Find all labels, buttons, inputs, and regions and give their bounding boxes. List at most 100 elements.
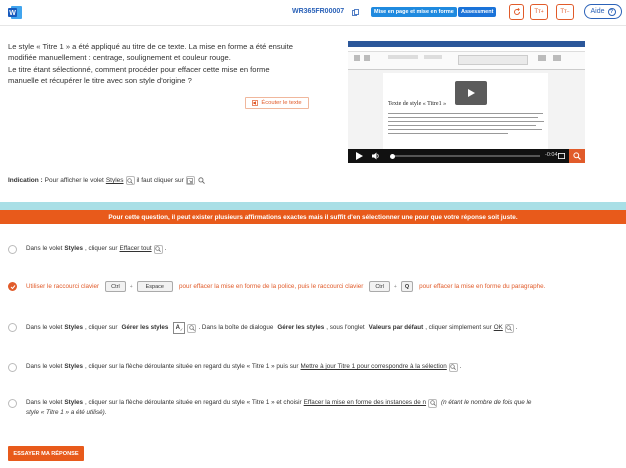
option-text: Dans le volet xyxy=(26,245,63,252)
play-icon xyxy=(468,89,475,97)
document-title: Texte de style « Titre1 » xyxy=(388,101,447,107)
option-text: Styles xyxy=(64,399,83,406)
option-note: (n étant le nombre de fois que le xyxy=(441,399,532,406)
text-line xyxy=(388,117,538,119)
option-text: , sous l'onglet xyxy=(326,324,365,331)
assessment-tag: Assessment xyxy=(458,7,497,17)
answer-option[interactable]: Dans le volet Styles , cliquer sur la fl… xyxy=(8,398,618,418)
option-link[interactable]: OK xyxy=(494,323,503,333)
minus-icon: − xyxy=(566,9,570,15)
ribbon-icon xyxy=(538,55,546,61)
option-text: Gérer les styles xyxy=(121,324,169,331)
question-line: manuelle et récupérer le titre avec son … xyxy=(8,76,192,86)
progress-handle[interactable] xyxy=(390,153,395,159)
option-link[interactable]: Mettre à jour Titre 1 pour correspondre … xyxy=(300,362,446,372)
question-line: Le titre étant sélectionné, comment proc… xyxy=(8,64,270,74)
video-controls: -0:04 xyxy=(348,149,585,163)
ribbon-icon xyxy=(388,55,418,59)
ribbon-icon xyxy=(354,55,360,61)
help-icon: ? xyxy=(607,7,616,16)
font-decrease-button[interactable]: Tт − xyxy=(556,4,574,20)
zoom-icon[interactable] xyxy=(125,176,135,185)
zoom-icon[interactable] xyxy=(504,323,514,333)
category-tag: Mise en page et mise en forme xyxy=(371,7,457,17)
submit-answer-button[interactable]: ESSAYER MA RÉPONSE xyxy=(8,446,84,461)
key-q: Q xyxy=(400,281,414,292)
question-id: WR365FR00007 xyxy=(292,8,345,15)
reset-icon xyxy=(513,8,520,15)
option-note: style « Titre 1 » a été utilisé). xyxy=(26,409,107,416)
option-text: Styles xyxy=(64,324,83,331)
ribbon-icon xyxy=(364,55,370,61)
zoom-icon[interactable] xyxy=(428,398,438,408)
fullscreen-icon[interactable] xyxy=(558,153,565,159)
option-text: , cliquer sur xyxy=(84,324,118,331)
top-bar: W WR365FR00007 Mise en page et mise en f… xyxy=(0,0,626,26)
radio-button[interactable] xyxy=(8,363,17,372)
zoom-icon[interactable] xyxy=(153,244,163,254)
zoom-icon[interactable] xyxy=(196,176,206,185)
reset-button[interactable] xyxy=(509,4,524,20)
key-espace: Espace xyxy=(136,281,173,292)
key-ctrl: Ctrl xyxy=(105,281,126,292)
option-text: Dans le volet xyxy=(26,324,63,331)
play-icon[interactable] xyxy=(356,152,363,160)
option-text: . Dans la boîte de dialogue xyxy=(198,324,274,331)
answer-option[interactable]: Dans le volet Styles , cliquer sur Effac… xyxy=(8,244,166,254)
option-text: , cliquer sur la flèche déroulante situé… xyxy=(84,399,302,406)
instruction-banner: Pour cette question, il peut exister plu… xyxy=(0,210,626,224)
listen-label: Écouter le texte xyxy=(261,100,302,106)
dialog-launcher-icon xyxy=(185,176,195,185)
indication-label: Indication : xyxy=(8,177,43,184)
answer-option[interactable]: Dans le volet Styles , cliquer sur la fl… xyxy=(8,362,462,372)
help-label: Aide xyxy=(590,8,605,15)
ribbon-icon xyxy=(553,55,561,61)
word-logo-icon: W xyxy=(8,6,22,19)
option-link[interactable]: Effacer la mise en forme des instances d… xyxy=(304,398,426,408)
question-line: Le style « Titre 1 » a été appliqué au t… xyxy=(8,42,293,51)
answer-option[interactable]: Dans le volet Styles , cliquer sur Gérer… xyxy=(8,322,518,334)
option-text: Dans le volet xyxy=(26,363,63,370)
text-line xyxy=(388,121,544,123)
speaker-icon xyxy=(252,100,259,106)
text-line xyxy=(388,113,543,115)
check-icon xyxy=(10,284,15,289)
copy-icon[interactable] xyxy=(352,9,359,16)
option-text: Gérer les styles xyxy=(277,324,325,331)
ribbon-icon xyxy=(424,55,442,59)
svg-text:W: W xyxy=(9,10,16,17)
manage-styles-icon[interactable]: A ✓ xyxy=(173,322,186,334)
volume-icon[interactable] xyxy=(372,152,380,160)
indication-text: il faut cliquer sur xyxy=(136,177,184,184)
radio-button[interactable] xyxy=(8,399,17,408)
option-text: pour effacer la mise en forme de la poli… xyxy=(178,282,364,290)
zoom-icon[interactable] xyxy=(187,323,197,333)
progress-bar[interactable] xyxy=(392,155,540,157)
option-text: Styles xyxy=(64,363,83,370)
styles-link[interactable]: Styles xyxy=(106,177,124,184)
question-text: Le style « Titre 1 » a été appliqué au t… xyxy=(8,41,328,87)
radio-button[interactable] xyxy=(8,323,17,332)
styles-gallery xyxy=(458,55,528,65)
help-button[interactable]: Aide ? xyxy=(584,4,622,19)
divider-band xyxy=(0,202,626,210)
option-link[interactable]: Effacer tout xyxy=(120,244,152,254)
video-player[interactable]: Texte de style « Titre1 » -0:04 xyxy=(348,41,585,163)
text-line xyxy=(388,125,536,127)
answer-option-selected[interactable]: Utiliser le raccourci clavier Ctrl + Esp… xyxy=(8,281,545,292)
zoom-icon[interactable] xyxy=(448,362,458,372)
time-remaining: -0:04 xyxy=(545,152,558,158)
radio-button[interactable] xyxy=(8,245,17,254)
play-button[interactable] xyxy=(455,81,487,105)
plus-sign: + xyxy=(129,283,133,290)
zoom-icon xyxy=(573,152,581,160)
text-line xyxy=(388,129,542,131)
option-text: , cliquer sur la flèche déroulante situé… xyxy=(84,363,299,370)
radio-button-checked[interactable] xyxy=(8,282,17,291)
option-text: Styles xyxy=(64,245,83,252)
text-line xyxy=(388,133,508,135)
zoom-button[interactable] xyxy=(569,149,585,163)
font-increase-button[interactable]: Tт + xyxy=(530,4,548,20)
listen-button[interactable]: Écouter le texte xyxy=(245,97,309,109)
plus-sign: + xyxy=(393,283,397,290)
